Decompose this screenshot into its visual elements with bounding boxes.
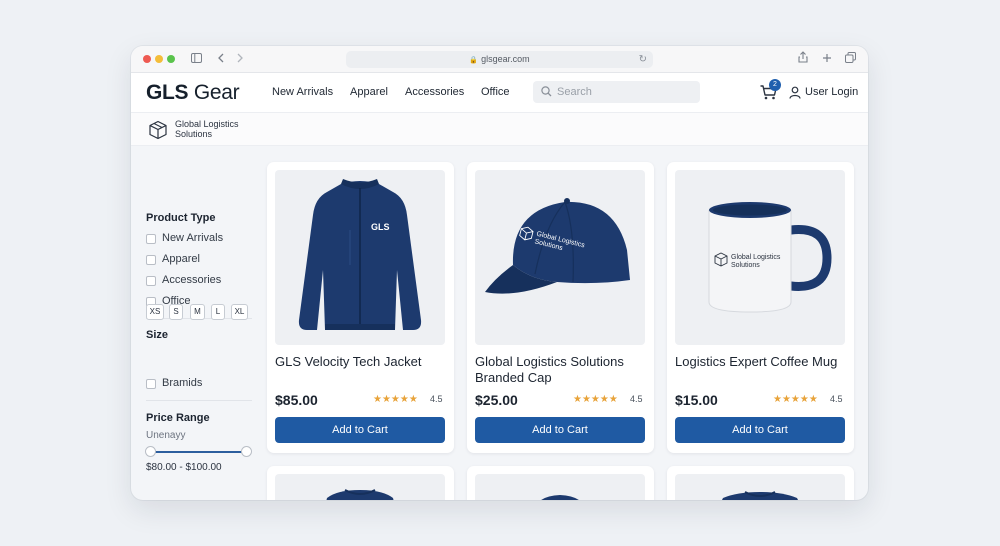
logo-bold: GLS xyxy=(146,81,189,104)
rating-value: 4.5 xyxy=(830,394,843,404)
user-login-label: User Login xyxy=(805,86,859,98)
product-title[interactable]: Global Logistics Solutions Branded Cap xyxy=(475,354,645,386)
site-logo[interactable]: GLS Gear xyxy=(146,81,240,105)
product-image-partial[interactable] xyxy=(475,474,645,500)
rating-value: 4.5 xyxy=(430,394,443,404)
price-slider-max-handle[interactable] xyxy=(241,446,252,457)
checkbox[interactable] xyxy=(146,234,156,244)
checkbox[interactable] xyxy=(146,276,156,286)
size-m-button[interactable]: M xyxy=(190,304,205,320)
price-range-subtitle: Unenayy xyxy=(146,430,186,441)
star-rating-icon: ★★★★★ xyxy=(773,394,818,405)
product-type-title: Product Type xyxy=(146,212,216,224)
filter-label: Bramids xyxy=(162,377,203,389)
rating-value: 4.5 xyxy=(630,394,643,404)
url-text: glsgear.com xyxy=(481,54,530,64)
jacket-print: GLS xyxy=(371,222,390,232)
user-icon xyxy=(789,86,801,99)
product-card: Global Logistics Solutions Global Logist… xyxy=(467,162,654,453)
size-title: Size xyxy=(146,329,169,341)
product-image-cap[interactable]: Global Logistics Solutions xyxy=(475,170,645,345)
brand-name: Global Logistics Solutions xyxy=(175,119,265,139)
product-image-partial[interactable] xyxy=(275,474,445,500)
nav-accessories[interactable]: Accessories xyxy=(405,86,464,98)
cart-count-badge: 2 xyxy=(769,79,781,91)
sidebar-icon[interactable] xyxy=(191,51,202,67)
product-title[interactable]: GLS Velocity Tech Jacket xyxy=(275,354,445,370)
address-bar[interactable]: 🔒 glsgear.com ↻ xyxy=(346,51,653,68)
product-card-partial xyxy=(267,466,454,500)
search-icon xyxy=(541,86,552,97)
price-slider-min-handle[interactable] xyxy=(145,446,156,457)
reload-icon[interactable]: ↻ xyxy=(639,51,647,68)
price-range-value: $80.00 - $100.00 xyxy=(146,462,222,473)
divider xyxy=(146,400,252,401)
lock-icon: 🔒 xyxy=(469,57,479,64)
product-price: $85.00 xyxy=(275,392,318,408)
filter-label: Apparel xyxy=(162,253,200,265)
product-image-partial[interactable] xyxy=(675,474,845,500)
new-tab-icon[interactable] xyxy=(822,51,832,67)
mug-print-line2: Solutions xyxy=(731,262,760,269)
product-image-jacket[interactable]: GLS xyxy=(275,170,445,345)
product-image-mug[interactable]: Global Logistics Solutions xyxy=(675,170,845,345)
product-card: GLS GLS Velocity Tech Jacket $85.00 ★★★★… xyxy=(267,162,454,453)
brand-strip: Global Logistics Solutions xyxy=(131,113,868,146)
product-card-partial xyxy=(467,466,654,500)
product-price: $15.00 xyxy=(675,392,718,408)
filter-label: New Arrivals xyxy=(162,232,224,244)
brand-name-line1: Global Logistics xyxy=(175,119,239,129)
star-rating-icon: ★★★★★ xyxy=(373,394,418,405)
mug-print-line1: Global Logistics xyxy=(731,254,781,261)
product-title[interactable]: Logistics Expert Coffee Mug xyxy=(675,354,845,370)
share-icon[interactable] xyxy=(798,51,808,67)
brand-name-line2: Solutions xyxy=(175,129,213,139)
maximize-window-button[interactable] xyxy=(167,55,175,63)
close-window-button[interactable] xyxy=(143,55,151,63)
browser-toolbar: 🔒 glsgear.com ↻ xyxy=(131,46,868,73)
add-to-cart-button[interactable]: Add to Cart xyxy=(275,417,445,443)
price-range-title: Price Range xyxy=(146,412,210,424)
nav-new-arrivals[interactable]: New Arrivals xyxy=(272,86,333,98)
filter-label: Accessories xyxy=(162,274,222,286)
checkbox[interactable] xyxy=(146,379,156,389)
package-icon xyxy=(149,120,167,140)
nav-apparel[interactable]: Apparel xyxy=(350,86,388,98)
add-to-cart-button[interactable]: Add to Cart xyxy=(475,417,645,443)
price-slider-track[interactable] xyxy=(150,451,246,453)
forward-icon[interactable] xyxy=(236,51,244,67)
size-s-button[interactable]: S xyxy=(169,304,183,320)
search-box[interactable] xyxy=(533,81,700,103)
logo-light: Gear xyxy=(193,81,240,104)
tabs-icon[interactable] xyxy=(845,51,856,67)
add-to-cart-button[interactable]: Add to Cart xyxy=(675,417,845,443)
browser-window: 🔒 glsgear.com ↻ GLS Gear New Arrivals App… xyxy=(131,46,868,500)
site-header: GLS Gear New Arrivals Apparel Accessorie… xyxy=(131,73,868,113)
size-xs-button[interactable]: XS xyxy=(146,304,164,320)
search-input[interactable] xyxy=(557,81,695,103)
product-price: $25.00 xyxy=(475,392,518,408)
size-l-button[interactable]: L xyxy=(211,304,225,320)
star-rating-icon: ★★★★★ xyxy=(573,394,618,405)
size-xl-button[interactable]: XL xyxy=(231,304,248,320)
checkbox[interactable] xyxy=(146,255,156,265)
product-card: Global Logistics Solutions Logistics Exp… xyxy=(667,162,854,453)
back-icon[interactable] xyxy=(217,51,225,67)
minimize-window-button[interactable] xyxy=(155,55,163,63)
nav-office[interactable]: Office xyxy=(481,86,510,98)
product-card-partial xyxy=(667,466,854,500)
